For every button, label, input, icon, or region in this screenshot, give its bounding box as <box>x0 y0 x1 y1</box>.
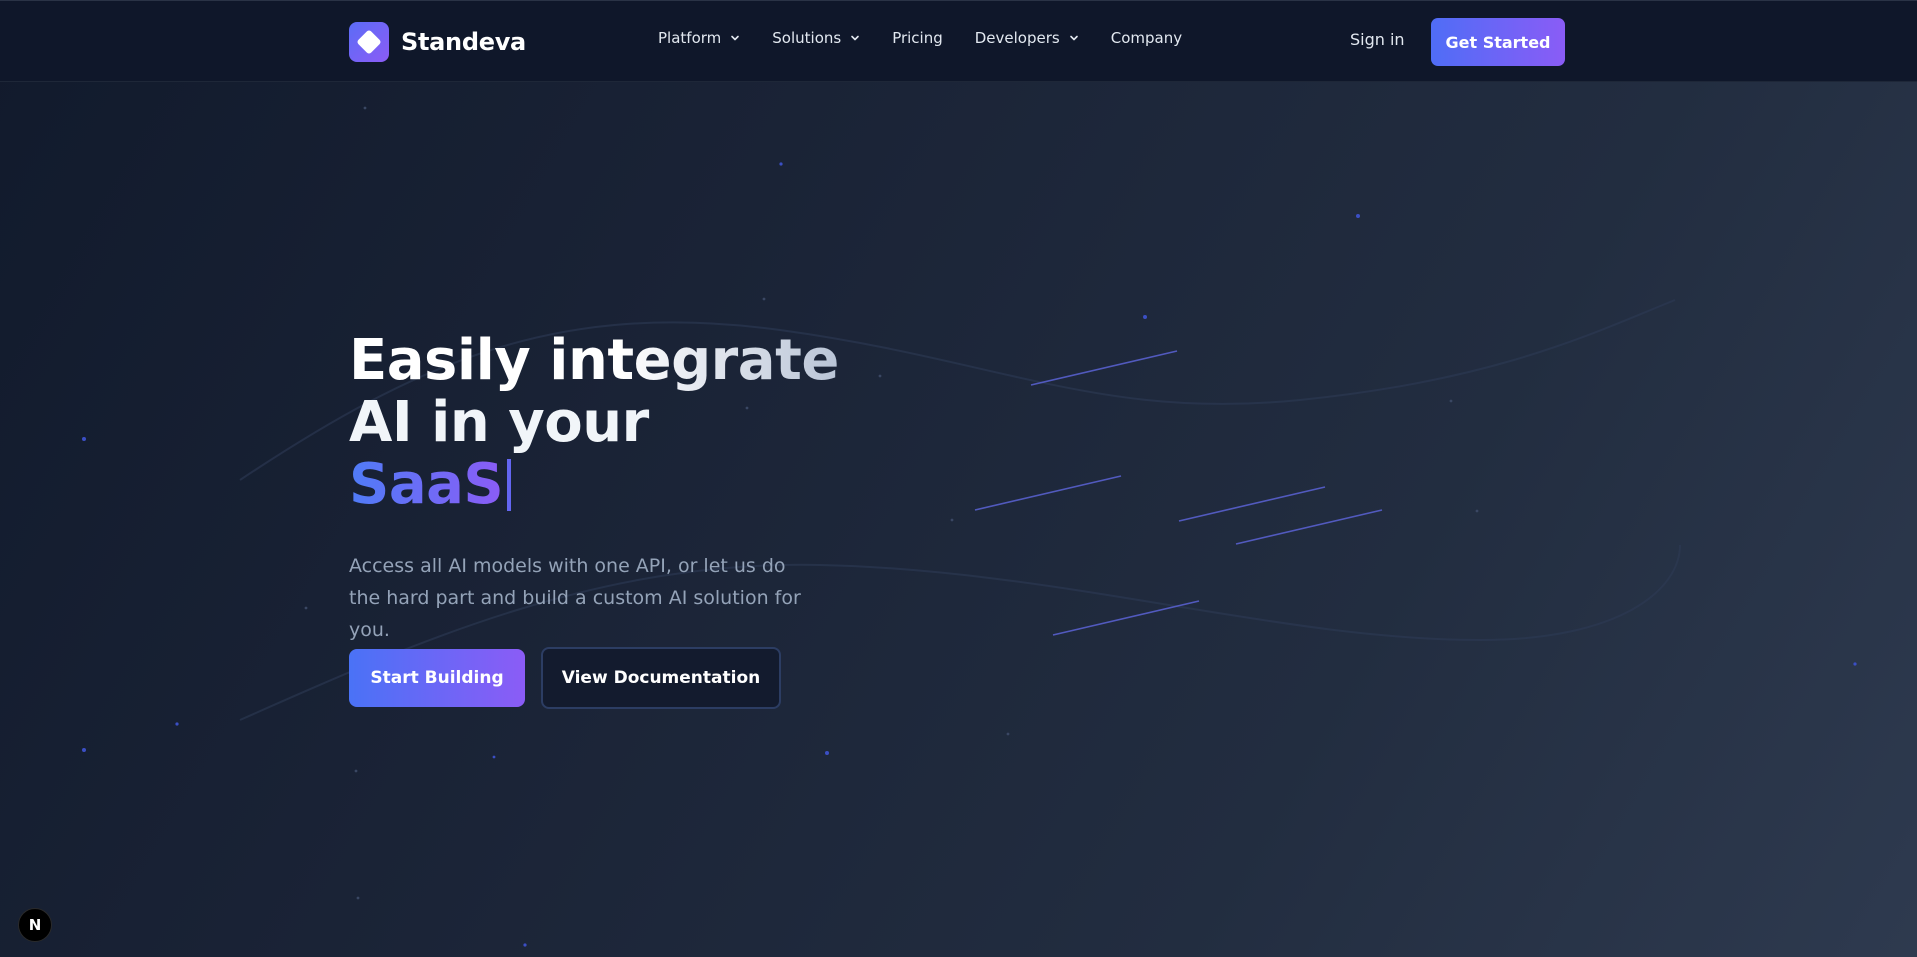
nav-item-developers[interactable]: Developers <box>975 29 1079 47</box>
hero-title: Easily integrate AI in your SaaS <box>349 330 839 516</box>
nav-item-label: Company <box>1110 29 1183 47</box>
nav-item-company[interactable]: Company <box>1111 29 1182 47</box>
hero-subtitle: Access all AI models with one API, or le… <box>349 555 801 641</box>
background-decoration <box>82 20 1857 947</box>
get-started-button[interactable]: Get Started <box>1431 18 1565 66</box>
hero-title-accent: SaaS <box>349 452 504 517</box>
nav-item-label: Developers <box>974 29 1060 47</box>
typing-cursor <box>507 459 512 511</box>
brand-name: Standeva <box>401 28 526 56</box>
nav-item-platform[interactable]: Platform <box>658 29 740 47</box>
nav-item-solutions[interactable]: Solutions <box>772 29 860 47</box>
nav-item-label: Platform <box>658 29 722 47</box>
primary-nav: Platform Solutions Pricing Developers Co… <box>658 29 1182 47</box>
top-navbar: Standeva Platform Solutions Pricing Deve… <box>0 0 1917 82</box>
chevron-down-icon <box>851 35 859 41</box>
view-documentation-button[interactable]: View Documentation <box>541 647 781 709</box>
sign-in-link[interactable]: Sign in <box>1350 30 1405 49</box>
nav-item-label: Pricing <box>892 29 943 47</box>
hero-title-line-2: AI in your <box>349 390 649 455</box>
nav-item-label: Solutions <box>772 29 842 47</box>
nav-item-pricing[interactable]: Pricing <box>892 29 943 47</box>
chevron-down-icon <box>731 35 740 41</box>
dev-tools-badge[interactable]: N <box>18 908 52 942</box>
start-building-button[interactable]: Start Building <box>349 649 525 707</box>
hero-title-line-1: Easily integrate <box>349 328 839 393</box>
chevron-down-icon <box>1069 35 1078 41</box>
brand-logo[interactable]: Standeva <box>349 22 526 62</box>
diamond-icon <box>349 22 389 62</box>
